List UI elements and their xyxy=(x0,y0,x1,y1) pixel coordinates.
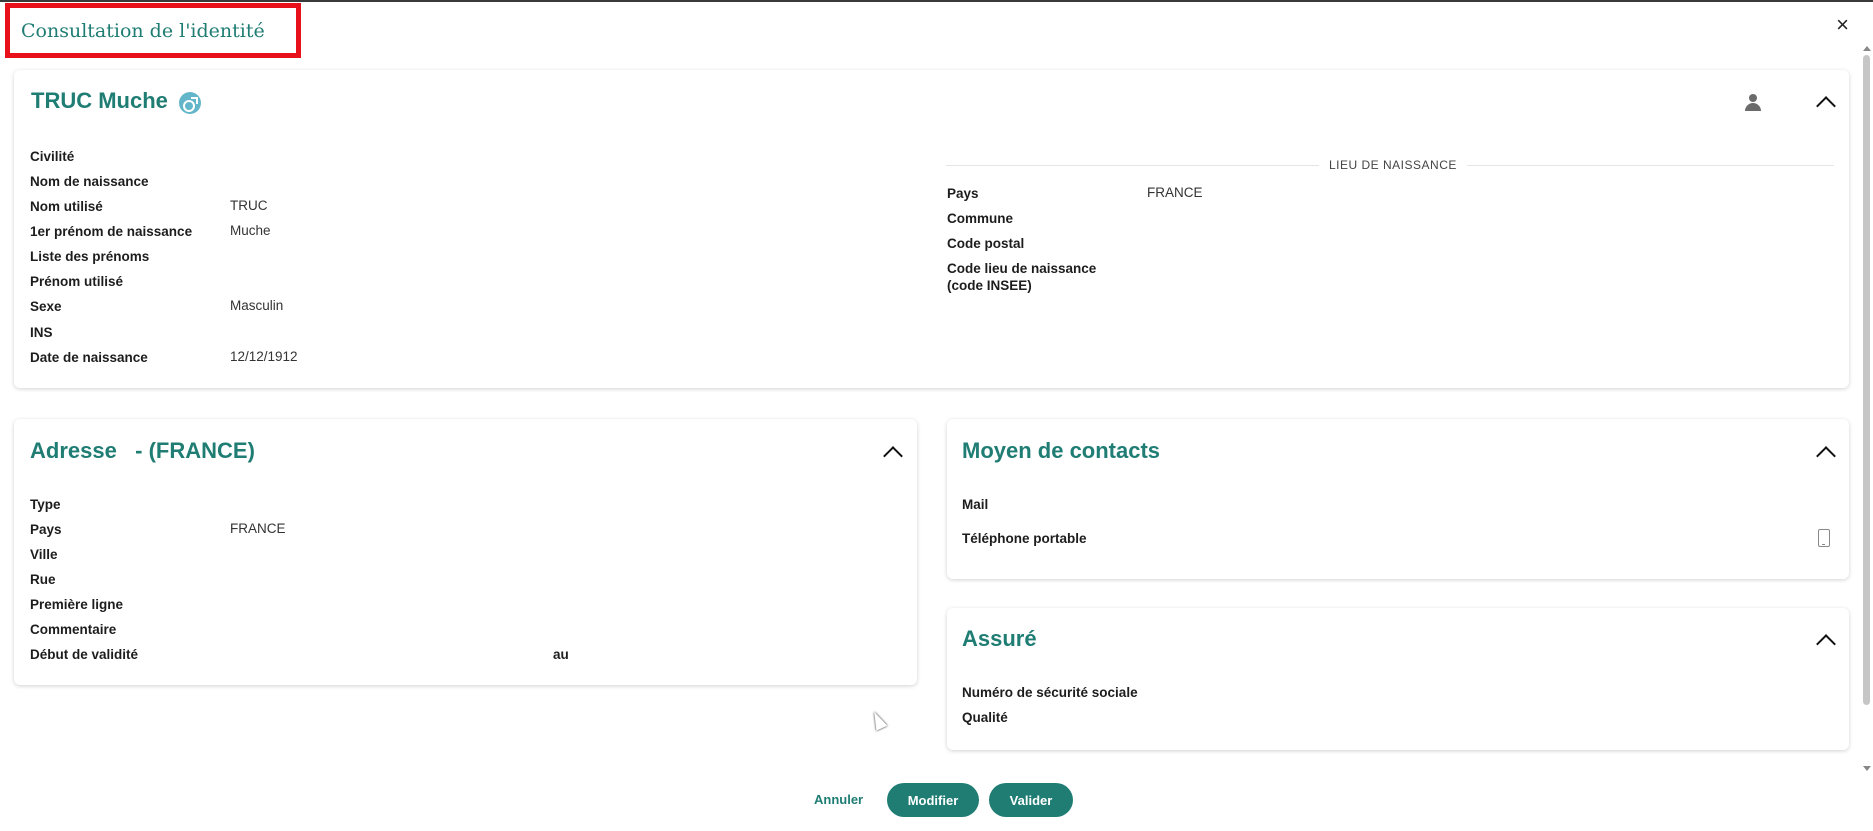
field-value-nom-utilise: TRUC xyxy=(230,198,268,213)
field-value-pays-naissance: FRANCE xyxy=(1147,185,1203,200)
field-label-mail: Mail xyxy=(962,497,989,512)
collapse-insured-chevron-icon[interactable] xyxy=(1816,634,1836,654)
field-label-ins: INS xyxy=(30,325,53,340)
modal-title: Consultation de l'identité xyxy=(21,19,265,42)
field-value-sexe: Masculin xyxy=(230,298,284,313)
field-label-date-naissance: Date de naissance xyxy=(30,350,148,365)
validate-button[interactable]: Valider xyxy=(989,783,1073,817)
field-label-nom-naissance: Nom de naissance xyxy=(30,174,149,189)
field-label-prenom-utilise: Prénom utilisé xyxy=(30,274,124,289)
collapse-address-chevron-icon[interactable] xyxy=(883,446,903,466)
top-strip xyxy=(0,0,1873,2)
insured-title: Assuré xyxy=(962,626,1037,651)
field-label-commune: Commune xyxy=(947,211,1014,226)
field-label-ville: Ville xyxy=(30,547,58,562)
field-label-rue: Rue xyxy=(30,572,56,587)
field-label-qualite: Qualité xyxy=(962,710,1008,725)
field-label-premiere-ligne: Première ligne xyxy=(30,597,124,612)
field-label-pays-naissance: Pays xyxy=(947,186,979,201)
field-label-1er-prenom: 1er prénom de naissance xyxy=(30,224,193,239)
field-value-pays-adresse: FRANCE xyxy=(230,521,286,536)
mouse-cursor-icon xyxy=(868,709,888,731)
field-label-numero-secu: Numéro de sécurité sociale xyxy=(962,685,1138,700)
field-label-code-postal: Code postal xyxy=(947,236,1025,251)
address-card: Adresse - (FRANCE) Type Pays FRANCE Vill… xyxy=(14,419,917,685)
scroll-up-arrow[interactable] xyxy=(1863,46,1871,51)
field-label-code-insee: Code lieu de naissance (code INSEE) xyxy=(947,261,1097,293)
mobile-phone-icon[interactable] xyxy=(1818,529,1830,547)
birthplace-section-label: LIEU DE NAISSANCE xyxy=(1319,158,1467,172)
field-value-1er-prenom: Muche xyxy=(230,223,271,238)
insured-card: Assuré Numéro de sécurité sociale Qualit… xyxy=(947,608,1849,750)
field-label-sexe: Sexe xyxy=(30,299,62,314)
field-label-debut-validite: Début de validité xyxy=(30,647,139,662)
identity-card: TRUC Muche Civilité Nom de naissance Nom… xyxy=(14,70,1849,388)
collapse-identity-chevron-icon[interactable] xyxy=(1816,96,1836,116)
person-icon[interactable] xyxy=(1744,93,1762,111)
field-label-type: Type xyxy=(30,497,61,512)
modify-button[interactable]: Modifier xyxy=(887,783,979,817)
cancel-button[interactable]: Annuler xyxy=(814,792,863,807)
address-title: Adresse - (FRANCE) xyxy=(30,438,255,463)
field-label-commentaire: Commentaire xyxy=(30,622,117,637)
identity-name: TRUC Muche xyxy=(31,88,168,113)
field-value-date-naissance: 12/12/1912 xyxy=(230,349,298,364)
field-label-liste-prenoms: Liste des prénoms xyxy=(30,249,150,264)
male-symbol-icon xyxy=(179,92,201,114)
scrollbar-thumb[interactable] xyxy=(1863,55,1870,705)
contacts-title: Moyen de contacts xyxy=(962,438,1161,463)
contacts-card: Moyen de contacts Mail Téléphone portabl… xyxy=(947,419,1849,579)
field-label-civilite: Civilité xyxy=(30,149,75,164)
validity-to-label: au xyxy=(553,647,569,662)
modal-title-highlight: Consultation de l'identité xyxy=(5,3,301,58)
scroll-down-arrow[interactable] xyxy=(1863,766,1871,771)
field-label-pays-adresse: Pays xyxy=(30,522,62,537)
field-label-nom-utilise: Nom utilisé xyxy=(30,199,103,214)
close-icon[interactable]: × xyxy=(1836,14,1849,36)
collapse-contacts-chevron-icon[interactable] xyxy=(1816,446,1836,466)
field-label-telephone-portable: Téléphone portable xyxy=(962,531,1087,546)
